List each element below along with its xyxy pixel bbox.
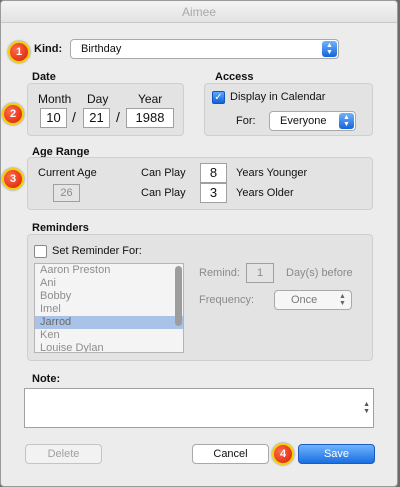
- frequency-label: Frequency:: [199, 294, 255, 306]
- years-older-label: Years Older: [236, 187, 294, 199]
- chevron-updown-icon: ▲ ▼: [339, 293, 346, 307]
- note-textarea[interactable]: ▲ ▼: [24, 388, 374, 428]
- remind-suffix-label: Day(s) before: [286, 267, 353, 279]
- list-item[interactable]: Aaron Preston: [35, 264, 183, 277]
- save-button[interactable]: Save: [298, 444, 375, 464]
- remind-label: Remind:: [199, 267, 240, 279]
- delete-button[interactable]: Delete: [25, 444, 102, 464]
- edit-person-window: Aimee 1 Kind: Birthday ▲ ▼ Date 2 Month D…: [0, 0, 398, 487]
- years-older-field[interactable]: 3: [200, 183, 227, 203]
- kind-popup[interactable]: Birthday ▲ ▼: [70, 39, 339, 59]
- month-field[interactable]: 10: [40, 108, 67, 128]
- year-field[interactable]: 1988: [126, 108, 174, 128]
- for-label: For:: [236, 115, 256, 127]
- checkmark-icon: ✓: [214, 92, 223, 103]
- access-heading: Access: [215, 71, 254, 83]
- remind-days-field: 1: [246, 263, 274, 283]
- cancel-button[interactable]: Cancel: [192, 444, 269, 464]
- years-younger-field[interactable]: 8: [200, 163, 227, 183]
- kind-value: Birthday: [81, 43, 122, 55]
- list-item[interactable]: Ken: [35, 329, 183, 342]
- chevron-updown-icon: ▲ ▼: [322, 41, 337, 57]
- window-title: Aimee: [1, 1, 397, 23]
- list-item[interactable]: Bobby: [35, 290, 183, 303]
- chevron-updown-icon: ▲ ▼: [363, 401, 370, 415]
- people-list[interactable]: Aaron Preston Ani Bobby Imel Jarrod Ken Louise…: [34, 263, 184, 353]
- people-list-items: Aaron Preston Ani Bobby Imel Jarrod Ken Louise…: [35, 264, 183, 352]
- chevron-updown-icon: ▲ ▼: [339, 113, 354, 129]
- date-separator: /: [72, 109, 76, 125]
- set-reminder-label: Set Reminder For:: [52, 245, 142, 257]
- display-in-calendar-label: Display in Calendar: [230, 91, 326, 103]
- current-age-field: 26: [53, 184, 80, 202]
- list-item[interactable]: Jarrod: [35, 316, 183, 329]
- reminders-heading: Reminders: [32, 222, 89, 234]
- for-value: Everyone: [280, 115, 327, 127]
- display-in-calendar-checkbox[interactable]: ✓: [212, 91, 225, 104]
- can-play-label-younger: Can Play: [141, 167, 186, 179]
- current-age-label: Current Age: [38, 167, 97, 179]
- kind-label: Kind:: [34, 43, 63, 55]
- day-label: Day: [87, 92, 109, 106]
- step-badge-1: 1: [8, 41, 30, 63]
- note-label: Note:: [32, 373, 61, 385]
- list-item[interactable]: Imel: [35, 303, 183, 316]
- day-field[interactable]: 21: [83, 108, 110, 128]
- date-heading: Date: [32, 71, 56, 83]
- can-play-label-older: Can Play: [141, 187, 186, 199]
- year-label: Year: [138, 92, 163, 106]
- month-label: Month: [38, 92, 72, 106]
- step-badge-4: 4: [272, 443, 294, 465]
- set-reminder-checkbox[interactable]: [34, 245, 47, 258]
- list-item[interactable]: Louise Dylan: [35, 342, 183, 352]
- step-badge-2: 2: [2, 103, 24, 125]
- list-scrollbar[interactable]: [175, 266, 182, 326]
- date-separator: /: [116, 109, 120, 125]
- list-item[interactable]: Ani: [35, 277, 183, 290]
- step-badge-3: 3: [2, 168, 24, 190]
- frequency-value: Once: [291, 294, 318, 306]
- years-younger-label: Years Younger: [236, 167, 308, 179]
- for-popup[interactable]: Everyone ▲ ▼: [269, 111, 356, 131]
- frequency-popup: Once ▲ ▼: [274, 290, 352, 310]
